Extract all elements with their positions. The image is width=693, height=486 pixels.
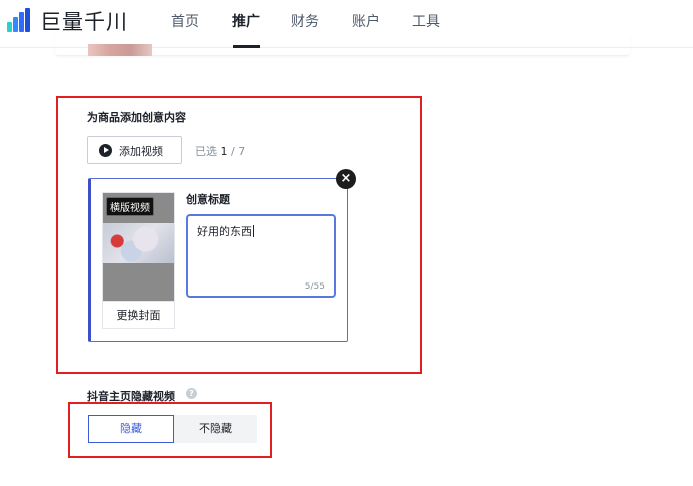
logo-icon — [7, 8, 31, 32]
char-counter: 5/55 — [304, 282, 325, 292]
nav-home[interactable]: 首页 — [171, 11, 199, 31]
nav-tools[interactable]: 工具 — [412, 11, 440, 31]
help-icon[interactable]: ? — [186, 388, 197, 399]
selected-number: 1 — [220, 145, 228, 158]
change-cover-button[interactable]: 更换封面 — [103, 301, 174, 328]
selected-total: / 7 — [231, 145, 246, 158]
nav-finance[interactable]: 财务 — [291, 11, 319, 31]
creative-title-input[interactable]: 好用的东西 5/55 — [186, 214, 336, 298]
video-thumbnail: 横版视频 更换封面 — [102, 192, 175, 329]
selected-prefix: 已选 — [195, 145, 217, 158]
brand-name[interactable]: 巨量千川 — [40, 6, 128, 36]
creative-title-label: 创意标题 — [186, 193, 230, 206]
no-hide-option-button[interactable]: 不隐藏 — [174, 415, 257, 443]
text-caret — [253, 225, 254, 237]
product-thumbnail — [88, 44, 152, 56]
video-orientation-tag: 横版视频 — [106, 197, 154, 216]
selected-count: 已选 1 / 7 — [195, 143, 245, 159]
close-icon[interactable]: × — [336, 169, 356, 189]
add-video-label: 添加视频 — [119, 145, 163, 158]
creative-title-value: 好用的东西 — [197, 225, 252, 238]
nav-promotion[interactable]: 推广 — [232, 11, 260, 31]
play-icon — [99, 144, 112, 157]
video-preview-image[interactable] — [103, 223, 174, 263]
add-video-button[interactable]: 添加视频 — [87, 136, 182, 164]
previous-product-card — [55, 34, 630, 56]
nav-account[interactable]: 账户 — [352, 11, 380, 31]
hide-option-button[interactable]: 隐藏 — [88, 415, 174, 443]
creative-section-title: 为商品添加创意内容 — [87, 111, 186, 124]
